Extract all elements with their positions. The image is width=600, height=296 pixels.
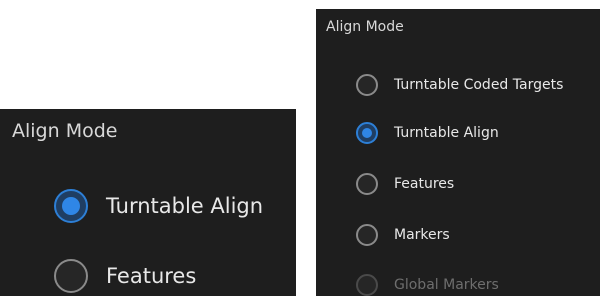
radio-unselected-icon[interactable]: [356, 74, 378, 96]
radio-option-global-markers: Global Markers: [356, 274, 499, 296]
radio-option-label: Features: [394, 176, 455, 192]
align-mode-title: Align Mode: [326, 19, 404, 35]
radio-option-turntable-align[interactable]: Turntable Align: [54, 189, 263, 223]
radio-unselected-icon[interactable]: [356, 224, 378, 246]
align-mode-title: Align Mode: [12, 120, 118, 142]
radio-option-label: Features: [106, 264, 197, 288]
radio-selected-icon[interactable]: [356, 122, 378, 144]
radio-option-turntable-align[interactable]: Turntable Align: [356, 122, 499, 144]
align-mode-panel-full: Align Mode Turntable Coded Targets Turnt…: [316, 9, 600, 296]
radio-option-markers[interactable]: Markers: [356, 224, 450, 246]
radio-option-label: Turntable Align: [394, 125, 499, 141]
radio-option-label: Turntable Coded Targets: [394, 77, 564, 93]
radio-option-features[interactable]: Features: [54, 259, 196, 293]
radio-option-turntable-coded-targets[interactable]: Turntable Coded Targets: [356, 74, 563, 96]
radio-option-label: Turntable Align: [106, 194, 264, 218]
radio-disabled-icon: [356, 274, 378, 296]
radio-unselected-icon[interactable]: [54, 259, 88, 293]
radio-unselected-icon[interactable]: [356, 173, 378, 195]
radio-option-label: Markers: [394, 227, 450, 243]
radio-option-features[interactable]: Features: [356, 173, 454, 195]
radio-option-label: Global Markers: [394, 277, 499, 293]
align-mode-panel-compact: Align Mode Turntable Align Features: [0, 109, 296, 296]
radio-selected-icon[interactable]: [54, 189, 88, 223]
